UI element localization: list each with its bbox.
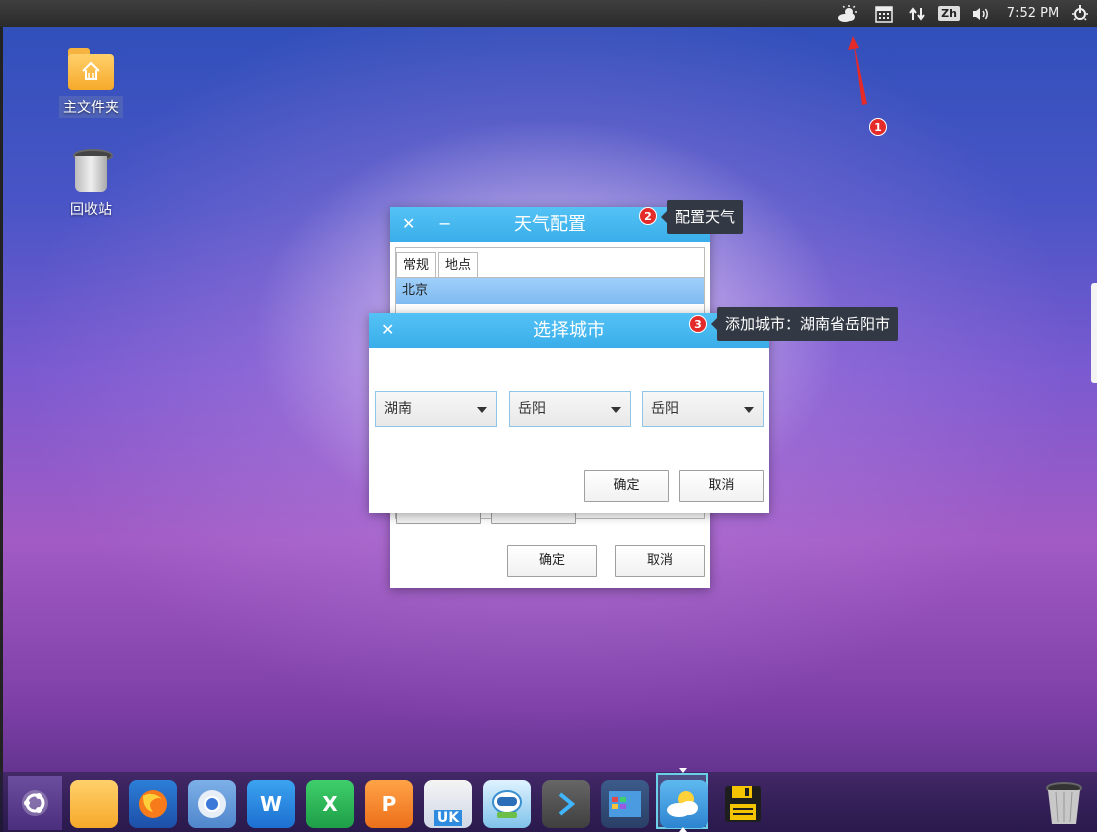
wps-presentation-icon[interactable]: P — [365, 780, 413, 828]
weather-indicator-icon[interactable] — [834, 0, 860, 27]
software-center-icon[interactable]: UK — [424, 780, 472, 828]
files-icon[interactable] — [70, 780, 118, 828]
chevron-down-icon — [477, 407, 487, 413]
tab-location[interactable]: 地点 — [438, 252, 479, 278]
tab-general[interactable]: 常规 — [396, 252, 437, 278]
desktop-trash[interactable]: 回收站 — [56, 146, 126, 220]
district-select[interactable]: 岳阳 — [642, 391, 764, 427]
home-folder-label: 主文件夹 — [59, 96, 123, 118]
annotation-arrow — [848, 36, 867, 105]
annotation-tooltip-2: 配置天气 — [660, 200, 744, 234]
edge-handle[interactable] — [1091, 283, 1097, 383]
annotation-tooltip-3: 添加城市：湖南省岳阳市 — [710, 307, 899, 341]
list-item[interactable]: 北京 — [396, 278, 704, 304]
cancel-button[interactable]: 取消 — [615, 545, 705, 577]
top-panel: Zh 7:52 PM — [0, 0, 1097, 27]
firefox-icon[interactable] — [129, 780, 177, 828]
ok-button[interactable]: 确定 — [507, 545, 597, 577]
ok-button[interactable]: 确定 — [584, 470, 669, 502]
city-select-dialog: 选择城市 ✕ 湖南 岳阳 岳阳 确定 取消 — [369, 313, 769, 513]
workspace-switcher-icon[interactable] — [601, 780, 649, 828]
province-select[interactable]: 湖南 — [375, 391, 497, 427]
minimize-icon[interactable]: − — [438, 207, 451, 242]
chromium-icon[interactable] — [188, 780, 236, 828]
province-value: 湖南 — [384, 401, 412, 417]
indicator-china-weather-icon[interactable] — [660, 780, 708, 828]
software-center-badge: UK — [433, 810, 463, 826]
terminal-icon[interactable] — [542, 780, 590, 828]
trash-icon — [66, 146, 116, 194]
trash-icon[interactable] — [1040, 780, 1088, 828]
annotation-badge-3: 3 — [689, 315, 707, 333]
chevron-down-icon — [611, 407, 621, 413]
desktop-home-folder[interactable]: 主文件夹 — [56, 46, 126, 118]
input-method-label: Zh — [938, 6, 960, 21]
network-updown-icon[interactable] — [906, 0, 928, 27]
annotation-badge-2: 2 — [639, 207, 657, 225]
close-icon[interactable]: ✕ — [402, 207, 415, 242]
district-value: 岳阳 — [651, 401, 679, 417]
city-select[interactable]: 岳阳 — [509, 391, 631, 427]
city-value: 岳阳 — [518, 401, 546, 417]
chevron-down-icon — [744, 407, 754, 413]
tab-bar: 常规 地点 — [395, 247, 705, 278]
calendar-icon[interactable] — [873, 0, 895, 27]
city-select-title: 选择城市 — [533, 320, 605, 341]
power-settings-icon[interactable] — [1068, 0, 1092, 27]
screen-edge — [0, 0, 3, 832]
input-method-indicator[interactable]: Zh — [937, 0, 961, 27]
trash-label: 回收站 — [70, 202, 112, 218]
kylin-assistant-icon[interactable] — [483, 780, 531, 828]
annotation-badge-1: 1 — [869, 118, 887, 136]
city-select-titlebar: 选择城市 ✕ — [369, 313, 769, 348]
clock[interactable]: 7:52 PM — [1003, 0, 1063, 27]
active-indicator-bottom — [679, 827, 687, 832]
wps-writer-icon[interactable]: W — [247, 780, 295, 828]
dock: W X P UK — [0, 768, 1097, 832]
ubuntu-kylin-menu-icon[interactable] — [8, 776, 62, 830]
close-icon[interactable]: ✕ — [381, 313, 394, 348]
wps-spreadsheets-icon[interactable]: X — [306, 780, 354, 828]
active-indicator-top — [679, 768, 687, 773]
cancel-button[interactable]: 取消 — [679, 470, 764, 502]
volume-icon[interactable] — [969, 0, 993, 27]
home-folder-icon — [66, 46, 116, 92]
save-icon[interactable] — [719, 780, 767, 828]
